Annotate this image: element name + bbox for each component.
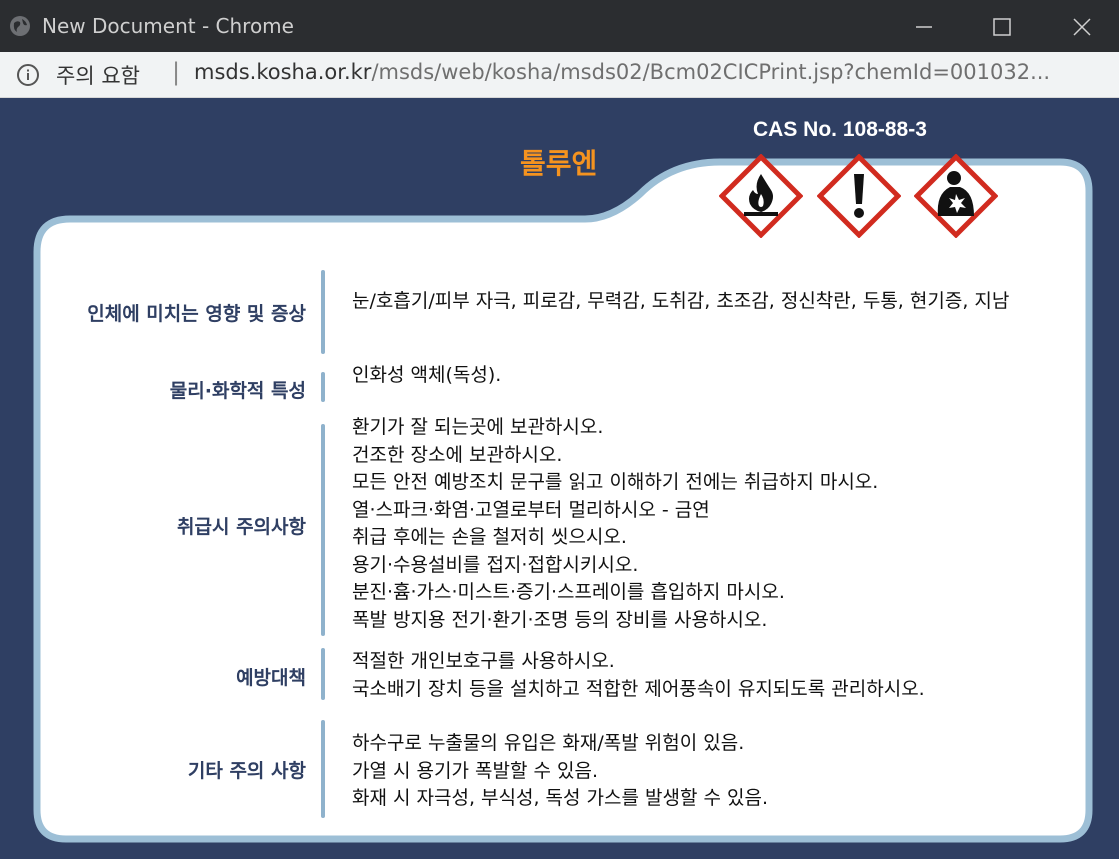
close-button[interactable] (1052, 8, 1112, 46)
section-divider (321, 720, 325, 818)
chemical-name: 톨루엔 (520, 147, 598, 180)
minimize-icon (916, 26, 932, 28)
site-security-label[interactable]: 주의 요함 (56, 60, 140, 90)
content-line: 건조한 장소에 보관하시오. (352, 443, 563, 466)
content-line: 폭발 방지용 전기·환기·조명 등의 장비를 사용하시오. (352, 608, 768, 631)
address-separator: | (172, 58, 181, 86)
section-label: 인체에 미치는 영향 및 증상 (87, 303, 306, 325)
section-physical-chemical: 물리·화학적 특성 인화성 액체(독성). (40, 360, 1119, 405)
globe-icon (10, 16, 30, 36)
health-hazard-icon (914, 154, 998, 238)
window-titlebar: New Document - Chrome (0, 0, 1119, 52)
content-line: 열·스파크·화염·고열로부터 멀리하시오 - 금연 (352, 498, 710, 521)
content-line: 하수구로 누출물의 유입은 화재/폭발 위험이 있음. (352, 732, 745, 754)
maximize-button[interactable] (972, 8, 1032, 46)
minimize-button[interactable] (894, 8, 954, 46)
window-title: New Document - Chrome (42, 14, 294, 38)
section-divider (321, 372, 325, 402)
url-text[interactable]: msds.kosha.or.kr/msds/web/kosha/msds02/B… (194, 60, 1050, 84)
exclamation-icon (817, 154, 901, 238)
content-line: 눈/호흡기/피부 자극, 피로감, 무력감, 도취감, 초조감, 정신착란, 두… (352, 290, 1010, 312)
section-label: 예방대책 (236, 667, 306, 689)
flame-icon (719, 154, 803, 238)
section-preventive-measures: 예방대책 적절한 개인보호구를 사용하시오. 국소배기 장치 등을 설치하고 적… (40, 646, 1119, 706)
content-line: 용기·수용설비를 접지·접합시키시오. (352, 553, 639, 576)
section-handling-precautions: 취급시 주의사항 환기가 잘 되는곳에 보관하시오. 건조한 장소에 보관하시오… (40, 412, 1119, 637)
maximize-icon (993, 18, 1011, 36)
section-content: 적절한 개인보호구를 사용하시오. 국소배기 장치 등을 설치하고 적합한 제어… (352, 648, 925, 703)
msds-page: CAS No. 108-88-3 톨루엔 인체에 미치는 영향 및 증상 눈/호… (0, 98, 1119, 859)
address-bar[interactable]: 주의 요함 | msds.kosha.or.kr/msds/web/kosha/… (0, 52, 1119, 98)
content-line: 가열 시 용기가 폭발할 수 있음. (352, 759, 598, 782)
section-label: 기타 주의 사항 (187, 760, 306, 782)
url-domain: msds.kosha.or.kr (194, 60, 372, 84)
content-line: 국소배기 장치 등을 설치하고 적합한 제어풍속이 유지되도록 관리하시오. (352, 677, 925, 700)
section-content: 환기가 잘 되는곳에 보관하시오. 건조한 장소에 보관하시오. 모든 안전 예… (352, 414, 878, 634)
content-line: 적절한 개인보호구를 사용하시오. (352, 650, 615, 672)
content-line: 인화성 액체(독성). (352, 364, 502, 386)
content-line: 취급 후에는 손을 철저히 씻으시오. (352, 526, 627, 548)
url-path: /msds/web/kosha/msds02/Bcm02CICPrint.jsp… (371, 60, 1051, 84)
section-health-effects: 인체에 미치는 영향 및 증상 눈/호흡기/피부 자극, 피로감, 무력감, 도… (40, 268, 1119, 358)
section-content: 하수구로 누출물의 유입은 화재/폭발 위험이 있음. 가열 시 용기가 폭발할… (352, 730, 768, 813)
close-icon (1073, 18, 1091, 36)
section-content: 인화성 액체(독성). (352, 362, 501, 390)
section-divider (321, 648, 325, 700)
content-line: 환기가 잘 되는곳에 보관하시오. (352, 416, 604, 438)
section-divider (321, 424, 325, 636)
content-line: 모든 안전 예방조치 문구를 읽고 이해하기 전에는 취급하지 마시오. (352, 471, 879, 493)
content-line: 화재 시 자극성, 부식성, 독성 가스를 발생할 수 있음. (352, 787, 769, 809)
section-other-precautions: 기타 주의 사항 하수구로 누출물의 유입은 화재/폭발 위험이 있음. 가열 … (40, 718, 1119, 818)
cas-number: CAS No. 108-88-3 (753, 118, 927, 141)
content-line: 분진·흄·가스·미스트·증기·스프레이를 흡입하지 마시오. (352, 581, 785, 603)
section-label: 취급시 주의사항 (177, 516, 306, 538)
section-content: 눈/호흡기/피부 자극, 피로감, 무력감, 도취감, 초조감, 정신착란, 두… (352, 288, 1009, 316)
section-label: 물리·화학적 특성 (169, 380, 306, 402)
info-icon[interactable] (16, 63, 40, 87)
section-divider (321, 270, 325, 354)
